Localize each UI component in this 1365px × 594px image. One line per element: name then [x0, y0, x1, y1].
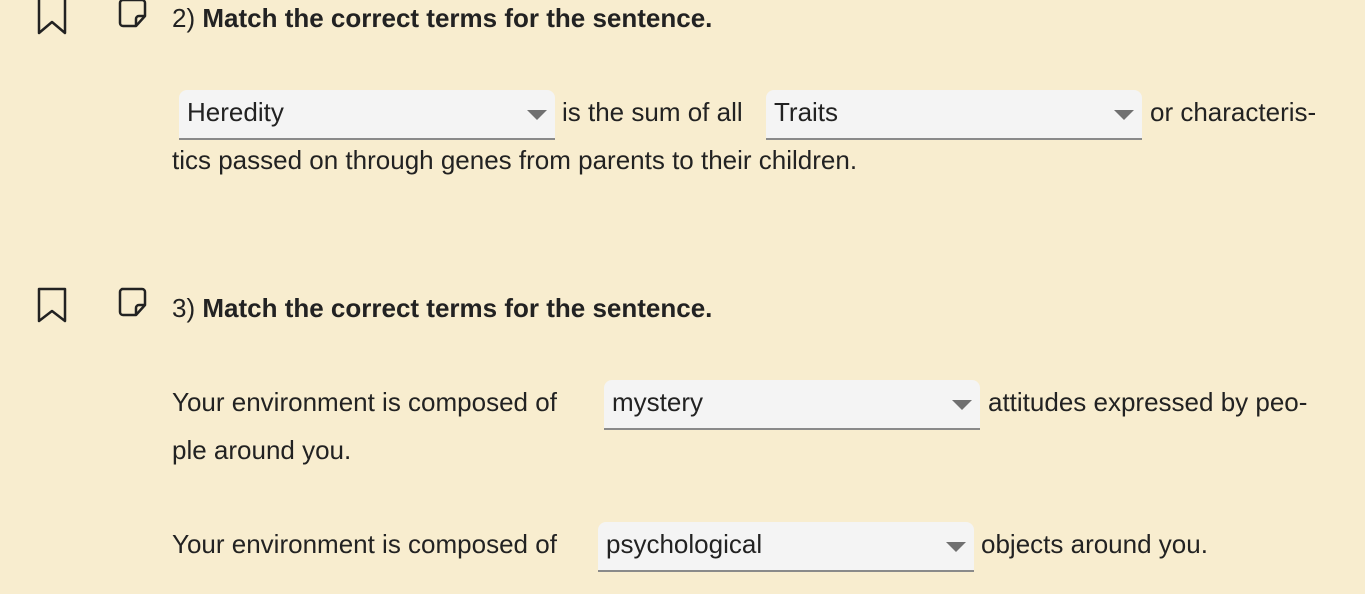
- sentence-text: ple around you.: [172, 435, 352, 465]
- sentence-text: attitudes expressed by peo-: [988, 387, 1308, 417]
- sentence-text: Your environment is composed of: [172, 529, 557, 559]
- term-dropdown[interactable]: Traits: [766, 90, 1142, 140]
- bookmark-icon[interactable]: [37, 287, 67, 323]
- note-icon[interactable]: [114, 0, 150, 30]
- sentence-text: Your environment is composed of: [172, 387, 557, 417]
- sentence-text: is the sum of all: [562, 97, 743, 127]
- sentence-text: or characteris-: [1150, 97, 1317, 127]
- chevron-down-icon: [1114, 110, 1134, 120]
- note-icon[interactable]: [114, 285, 150, 321]
- chevron-down-icon: [952, 400, 972, 410]
- chevron-down-icon: [946, 542, 966, 552]
- term-dropdown[interactable]: mystery: [604, 380, 980, 430]
- dropdown-value: Traits: [774, 97, 839, 127]
- question-title: 3) Match the correct terms for the sente…: [172, 293, 712, 324]
- question-title: 2) Match the correct terms for the sente…: [172, 3, 712, 34]
- term-dropdown[interactable]: Heredity: [179, 90, 555, 140]
- question-text: Match the correct terms for the sentence…: [202, 3, 713, 33]
- term-dropdown[interactable]: psychological: [598, 522, 974, 572]
- question-number: 3): [172, 293, 196, 323]
- sentence-text: objects around you.: [981, 529, 1208, 559]
- chevron-down-icon: [527, 110, 547, 120]
- question-text: Match the correct terms for the sentence…: [202, 293, 713, 323]
- dropdown-value: psychological: [606, 529, 763, 559]
- bookmark-icon[interactable]: [37, 0, 67, 36]
- question-number: 2): [172, 3, 196, 33]
- sentence-text: tics passed on through genes from parent…: [172, 145, 858, 175]
- dropdown-value: mystery: [612, 387, 703, 417]
- dropdown-value: Heredity: [187, 97, 284, 127]
